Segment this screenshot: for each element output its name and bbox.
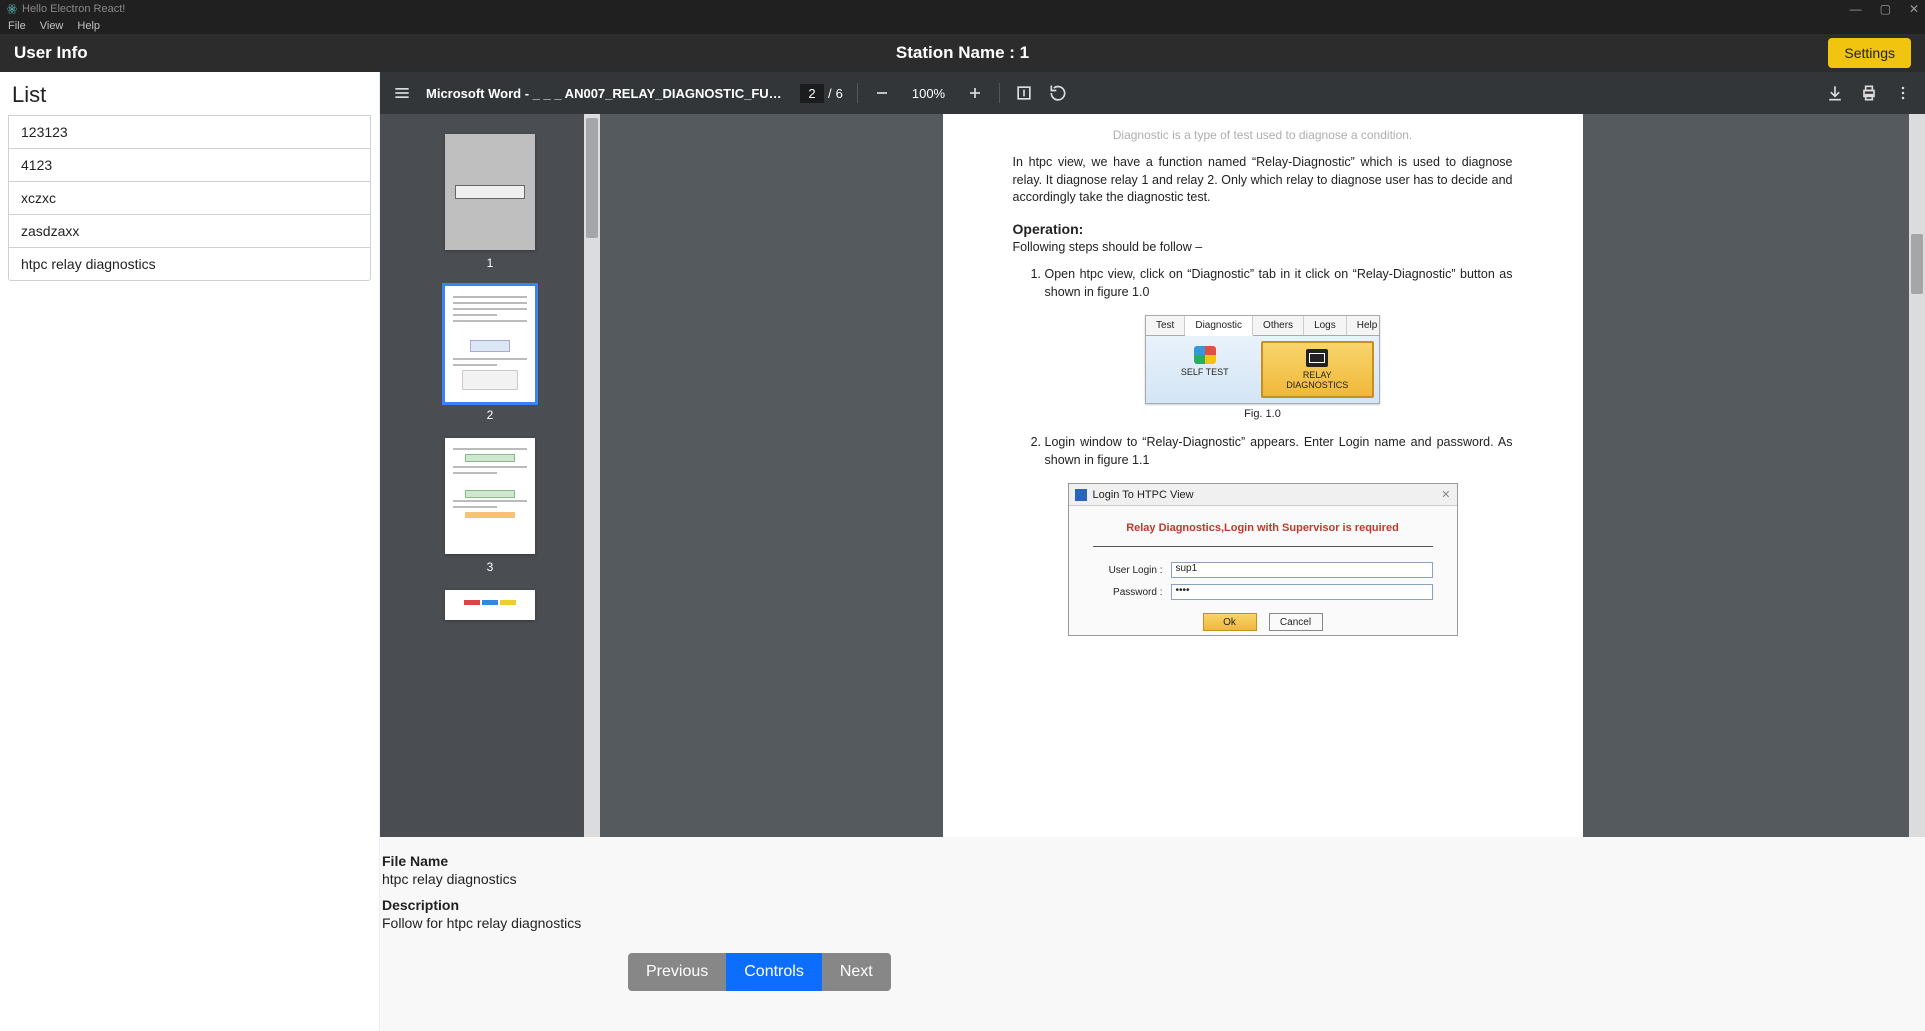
operation-heading: Operation: xyxy=(1013,221,1513,237)
fig-self-test-button: SELF TEST xyxy=(1150,340,1260,399)
thumbnail-label: 3 xyxy=(380,560,600,574)
fig-tab-help: Help xyxy=(1347,316,1388,335)
app-icon xyxy=(6,3,18,15)
menu-file[interactable]: File xyxy=(8,20,26,32)
fig-tab-others: Others xyxy=(1253,316,1304,335)
doc-step-2: Login window to “Relay-Diagnostic” appea… xyxy=(1045,434,1513,469)
fig-tab-test: Test xyxy=(1146,316,1185,335)
menu-view[interactable]: View xyxy=(40,20,64,32)
pdf-document-title: Microsoft Word - _ _ _ AN007_RELAY_DIAGN… xyxy=(426,86,786,101)
menu-help[interactable]: Help xyxy=(77,20,100,32)
thumbnail-page-4[interactable] xyxy=(445,590,535,620)
zoom-out-icon[interactable] xyxy=(872,83,892,103)
doc-cutoff-line: Diagnostic is a type of test used to dia… xyxy=(1013,128,1513,142)
app-title: Hello Electron React! xyxy=(22,3,125,15)
rotate-icon[interactable] xyxy=(1048,83,1068,103)
login-notice: Relay Diagnostics,Login with Supervisor … xyxy=(1069,506,1457,542)
window-titlebar: Hello Electron React! — ▢ ✕ xyxy=(0,0,1925,18)
login-dialog-title: Login To HTPC View xyxy=(1093,489,1194,501)
page-indicator: 2 / 6 xyxy=(800,84,843,103)
hamburger-icon[interactable] xyxy=(392,83,412,103)
thumbnail-page-3[interactable] xyxy=(445,438,535,554)
menubar: File View Help xyxy=(0,18,1925,34)
fig-tab-diagnostic: Diagnostic xyxy=(1185,316,1253,336)
file-meta: File Name htpc relay diagnostics Descrip… xyxy=(380,837,1925,953)
page-current-input[interactable]: 2 xyxy=(800,84,824,103)
filename-label: File Name xyxy=(382,853,1925,869)
zoom-level[interactable]: 100% xyxy=(906,84,951,103)
figure-toolbar: Test Diagnostic Others Logs Help SELF TE… xyxy=(1145,315,1380,404)
login-pass-input: •••• xyxy=(1171,584,1433,600)
thumbnail-label: 2 xyxy=(380,408,600,422)
close-icon: ✕ xyxy=(1441,488,1450,501)
more-icon[interactable] xyxy=(1893,83,1913,103)
relay-diag-icon xyxy=(1306,349,1328,367)
next-button[interactable]: Next xyxy=(822,953,891,991)
figure-label: Fig. 1.0 xyxy=(1013,408,1513,420)
list-item[interactable]: zasdzaxx xyxy=(8,214,371,248)
page-total: 6 xyxy=(836,86,843,101)
thumbnail-panel: 1 2 3 xyxy=(380,114,600,837)
login-ok-button: Ok xyxy=(1203,613,1257,631)
page-sep: / xyxy=(828,86,832,101)
figure-login-dialog: Login To HTPC View ✕ Relay Diagnostics,L… xyxy=(1068,483,1458,636)
thumbnail-label: 1 xyxy=(380,256,600,270)
window-close-icon[interactable]: ✕ xyxy=(1909,2,1919,16)
self-test-icon xyxy=(1194,346,1216,364)
list-item[interactable]: xczxc xyxy=(8,181,371,215)
description-value: Follow for htpc relay diagnostics xyxy=(382,915,1925,931)
settings-button[interactable]: Settings xyxy=(1828,38,1911,68)
window-minimize-icon[interactable]: — xyxy=(1850,2,1862,16)
list-item[interactable]: 4123 xyxy=(8,148,371,182)
doc-paragraph: In htpc view, we have a function named “… xyxy=(1013,154,1513,207)
app-header: User Info Station Name : 1 Settings xyxy=(0,34,1925,72)
controls-button[interactable]: Controls xyxy=(726,953,822,991)
bottom-nav: Previous Controls Next xyxy=(628,953,1925,991)
doc-step-1: Open htpc view, click on “Diagnostic” ta… xyxy=(1045,266,1513,301)
toolbar-separator xyxy=(857,83,858,103)
login-pass-label: Password : xyxy=(1093,587,1163,598)
list-item[interactable]: 123123 xyxy=(8,115,371,149)
thumbnail-page-1[interactable] xyxy=(445,134,535,250)
fig-tab-logs: Logs xyxy=(1304,316,1347,335)
login-user-label: User Login : xyxy=(1093,565,1163,576)
user-info-title: User Info xyxy=(14,43,88,63)
toolbar-separator xyxy=(999,83,1000,103)
login-user-input: sup1 xyxy=(1171,562,1433,578)
sidebar: List 123123 4123 xczxc zasdzaxx htpc rel… xyxy=(0,72,380,1031)
list-item[interactable]: htpc relay diagnostics xyxy=(8,247,371,281)
login-cancel-button: Cancel xyxy=(1269,613,1323,631)
pdf-toolbar: Microsoft Word - _ _ _ AN007_RELAY_DIAGN… xyxy=(380,72,1925,114)
fit-page-icon[interactable] xyxy=(1014,83,1034,103)
thumbnail-scrollbar[interactable] xyxy=(584,114,600,837)
download-icon[interactable] xyxy=(1825,83,1845,103)
list-title: List xyxy=(12,82,371,108)
zoom-in-icon[interactable] xyxy=(965,83,985,103)
operation-sub: Following steps should be follow – xyxy=(1013,239,1513,257)
fig-relay-diag-button: RELAY DIAGNOSTICS xyxy=(1261,341,1375,398)
pdf-scrollbar[interactable] xyxy=(1909,114,1925,837)
filename-value: htpc relay diagnostics xyxy=(382,871,1925,887)
previous-button[interactable]: Previous xyxy=(628,953,726,991)
print-icon[interactable] xyxy=(1859,83,1879,103)
window-maximize-icon[interactable]: ▢ xyxy=(1880,2,1891,16)
pdf-page-view[interactable]: Diagnostic is a type of test used to dia… xyxy=(600,114,1925,837)
description-label: Description xyxy=(382,897,1925,913)
station-name: Station Name : 1 xyxy=(896,43,1029,63)
app-small-icon xyxy=(1075,489,1087,501)
thumbnail-page-2[interactable] xyxy=(445,286,535,402)
